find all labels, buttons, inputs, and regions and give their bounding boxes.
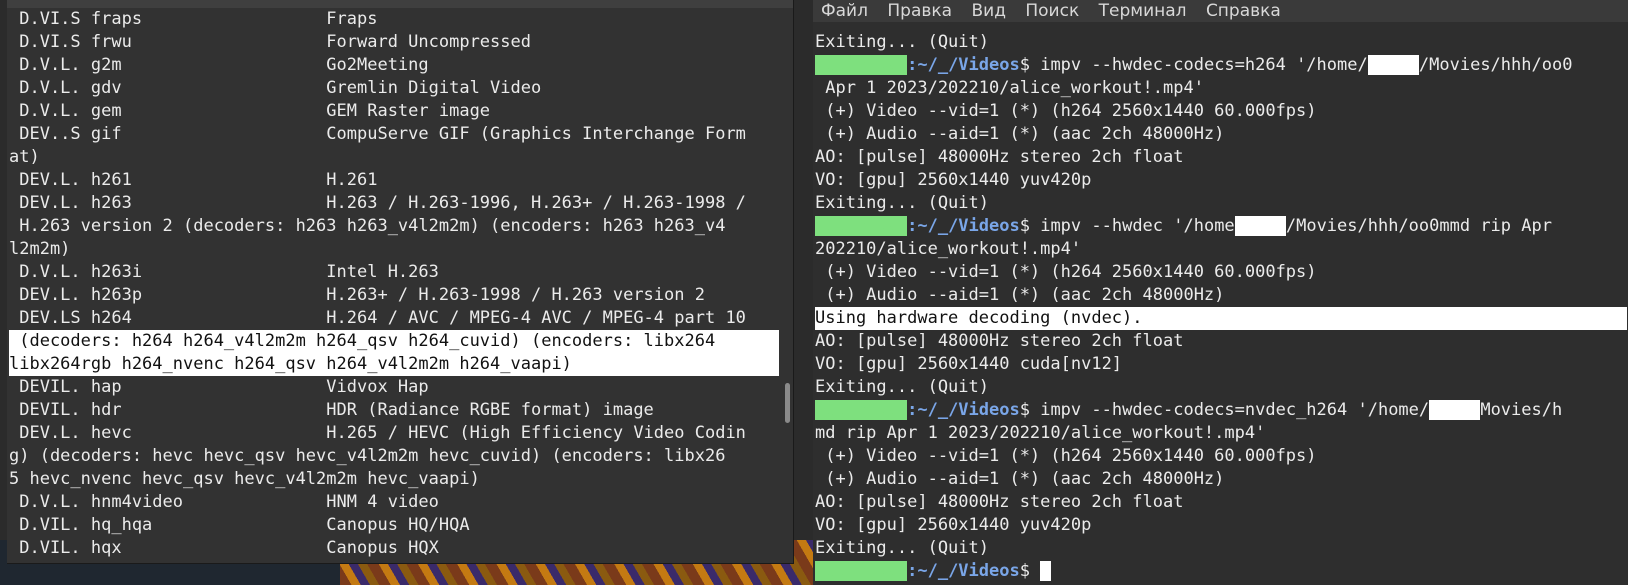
menu-view[interactable]: Вид [971, 0, 1005, 22]
output-line: D.V.L. g2m Go2Meeting [9, 55, 429, 75]
output-line: D.VI.S frwu Forward Uncompressed [9, 32, 531, 52]
output-line: Exiting... (Quit) [815, 538, 989, 558]
output-line: (+) Audio --aid=1 (*) (aac 2ch 48000Hz) [815, 285, 1225, 305]
output-line: g) (decoders: hevc hevc_qsv hevc_v4l2m2m… [9, 446, 726, 466]
prompt-path: :~/_/Videos [907, 55, 1020, 75]
selected-output-line: (decoders: h264 h264_v4l2m2m h264_qsv h2… [9, 330, 779, 353]
command-line: user@host:~/_/Videos$ impv --hwdec-codec… [815, 54, 1627, 77]
command-text-cont: Movies/h [1480, 400, 1563, 420]
output-line: (+) Audio --aid=1 (*) (aac 2ch 48000Hz) [815, 469, 1225, 489]
command-text: impv --hwdec-codecs=h264 '/home/ [1040, 55, 1368, 75]
redacted-username: xxxxx [1234, 216, 1286, 236]
output-line: (+) Audio --aid=1 (*) (aac 2ch 48000Hz) [815, 124, 1225, 144]
output-line: (+) Video --vid=1 (*) (h264 2560x1440 60… [815, 446, 1317, 466]
prompt-sign: $ [1019, 216, 1041, 236]
output-line: DEV.L. hevc H.265 / HEVC (High Efficienc… [9, 423, 746, 443]
output-line: D.V.L. h263i Intel H.263 [9, 262, 439, 282]
prompt-user-redacted: user@host [815, 561, 908, 581]
prompt-user-redacted: user@host [815, 400, 908, 420]
prompt-sign: $ [1019, 400, 1041, 420]
prompt-path: :~/_/Videos [907, 216, 1020, 236]
output-line: 202210/alice_workout!.mp4' [815, 239, 1082, 259]
menu-edit[interactable]: Правка [887, 0, 952, 22]
output-line: at) [9, 147, 40, 167]
left-terminal-titlebar[interactable] [7, 0, 793, 8]
output-line: md rip Apr 1 2023/202210/alice_workout!.… [815, 423, 1266, 443]
output-line: DEVIL. hap Vidvox Hap [9, 377, 429, 397]
prompt-path: :~/_/Videos [907, 400, 1020, 420]
menu-file[interactable]: Файл [821, 0, 868, 22]
right-terminal-window[interactable]: Файл Правка Вид Поиск Терминал Справка E… [813, 0, 1628, 585]
output-line: H.263 version 2 (decoders: h263 h263_v4l… [9, 216, 726, 236]
terminal-menubar: Файл Правка Вид Поиск Терминал Справка [813, 0, 1628, 22]
left-terminal-window[interactable]: D.VI.S fraps Fraps D.VI.S frwu Forward U… [7, 0, 794, 564]
command-text-cont: /Movies/hhh/oo0 [1418, 55, 1573, 75]
prompt-sign: $ [1019, 55, 1041, 75]
output-line: DEVIL. hdr HDR (Radiance RGBE format) im… [9, 400, 654, 420]
command-text-cont: /Movies/hhh/oo0mmd rip Apr [1285, 216, 1552, 236]
prompt-user-redacted: user@host [815, 216, 908, 236]
command-text: impv --hwdec '/home [1040, 216, 1235, 236]
left-terminal-output[interactable]: D.VI.S fraps Fraps D.VI.S frwu Forward U… [9, 8, 779, 560]
left-terminal-scrollbar[interactable] [785, 383, 790, 423]
output-line: VO: [gpu] 2560x1440 yuv420p [815, 170, 1092, 190]
output-line: AO: [pulse] 48000Hz stereo 2ch float [815, 492, 1184, 512]
prompt-user-redacted: user@host [815, 55, 908, 75]
redacted-username: xxxxx [1367, 55, 1419, 75]
right-terminal-output[interactable]: Exiting... (Quit) user@host:~/_/Videos$ … [815, 31, 1627, 583]
output-line: D.VIL. hqx Canopus HQX [9, 538, 439, 558]
output-line: (+) Video --vid=1 (*) (h264 2560x1440 60… [815, 262, 1317, 282]
output-line: D.V.L. gdv Gremlin Digital Video [9, 78, 542, 98]
output-line: Exiting... (Quit) [815, 377, 989, 397]
output-line: D.V.L. gem GEM Raster image [9, 101, 491, 121]
redacted-username: xxxxx [1429, 400, 1481, 420]
output-line: DEV.L. h261 H.261 [9, 170, 378, 190]
output-line: DEV.L. h263 H.263 / H.263-1996, H.263+ /… [9, 193, 746, 213]
output-line: D.VI.S fraps Fraps [9, 9, 378, 29]
output-line: VO: [gpu] 2560x1440 yuv420p [815, 515, 1092, 535]
output-line: Exiting... (Quit) [815, 32, 989, 52]
output-line: DEV..S gif CompuServe GIF (Graphics Inte… [9, 124, 746, 144]
output-line: D.V.L. hnm4video HNM 4 video [9, 492, 439, 512]
prompt-path: :~/_/Videos [907, 561, 1020, 581]
output-line: DEV.LS h264 H.264 / AVC / MPEG-4 AVC / M… [9, 308, 746, 328]
output-line: Apr 1 2023/202210/alice_workout!.mp4' [815, 78, 1204, 98]
output-line: AO: [pulse] 48000Hz stereo 2ch float [815, 331, 1184, 351]
output-line: DEV.L. h263p H.263+ / H.263-1998 / H.263… [9, 285, 705, 305]
text-cursor[interactable] [1040, 561, 1052, 581]
prompt-sign: $ [1019, 561, 1041, 581]
command-line[interactable]: user@host:~/_/Videos$ [815, 560, 1627, 583]
output-line: (+) Video --vid=1 (*) (h264 2560x1440 60… [815, 101, 1317, 121]
output-line: l2m2m) [9, 239, 71, 259]
command-text: impv --hwdec-codecs=nvdec_h264 '/home/ [1040, 400, 1430, 420]
output-line: AO: [pulse] 48000Hz stereo 2ch float [815, 147, 1184, 167]
selected-output-line: libx264rgb h264_nvenc h264_qsv h264_v4l2… [9, 353, 779, 376]
output-line: D.VIL. hq_hqa Canopus HQ/HQA [9, 515, 470, 535]
output-line: 5 hevc_nvenc hevc_qsv hevc_v4l2m2m hevc_… [9, 469, 480, 489]
output-line: VO: [gpu] 2560x1440 cuda[nv12] [815, 354, 1123, 374]
menu-help[interactable]: Справка [1206, 0, 1281, 22]
command-line: user@host:~/_/Videos$ impv --hwdec '/hom… [815, 215, 1627, 238]
output-line: Exiting... (Quit) [815, 193, 989, 213]
command-line: user@host:~/_/Videos$ impv --hwdec-codec… [815, 399, 1627, 422]
menu-search[interactable]: Поиск [1025, 0, 1079, 22]
selected-output-line: Using hardware decoding (nvdec). [815, 307, 1627, 330]
menu-terminal[interactable]: Терминал [1099, 0, 1187, 22]
